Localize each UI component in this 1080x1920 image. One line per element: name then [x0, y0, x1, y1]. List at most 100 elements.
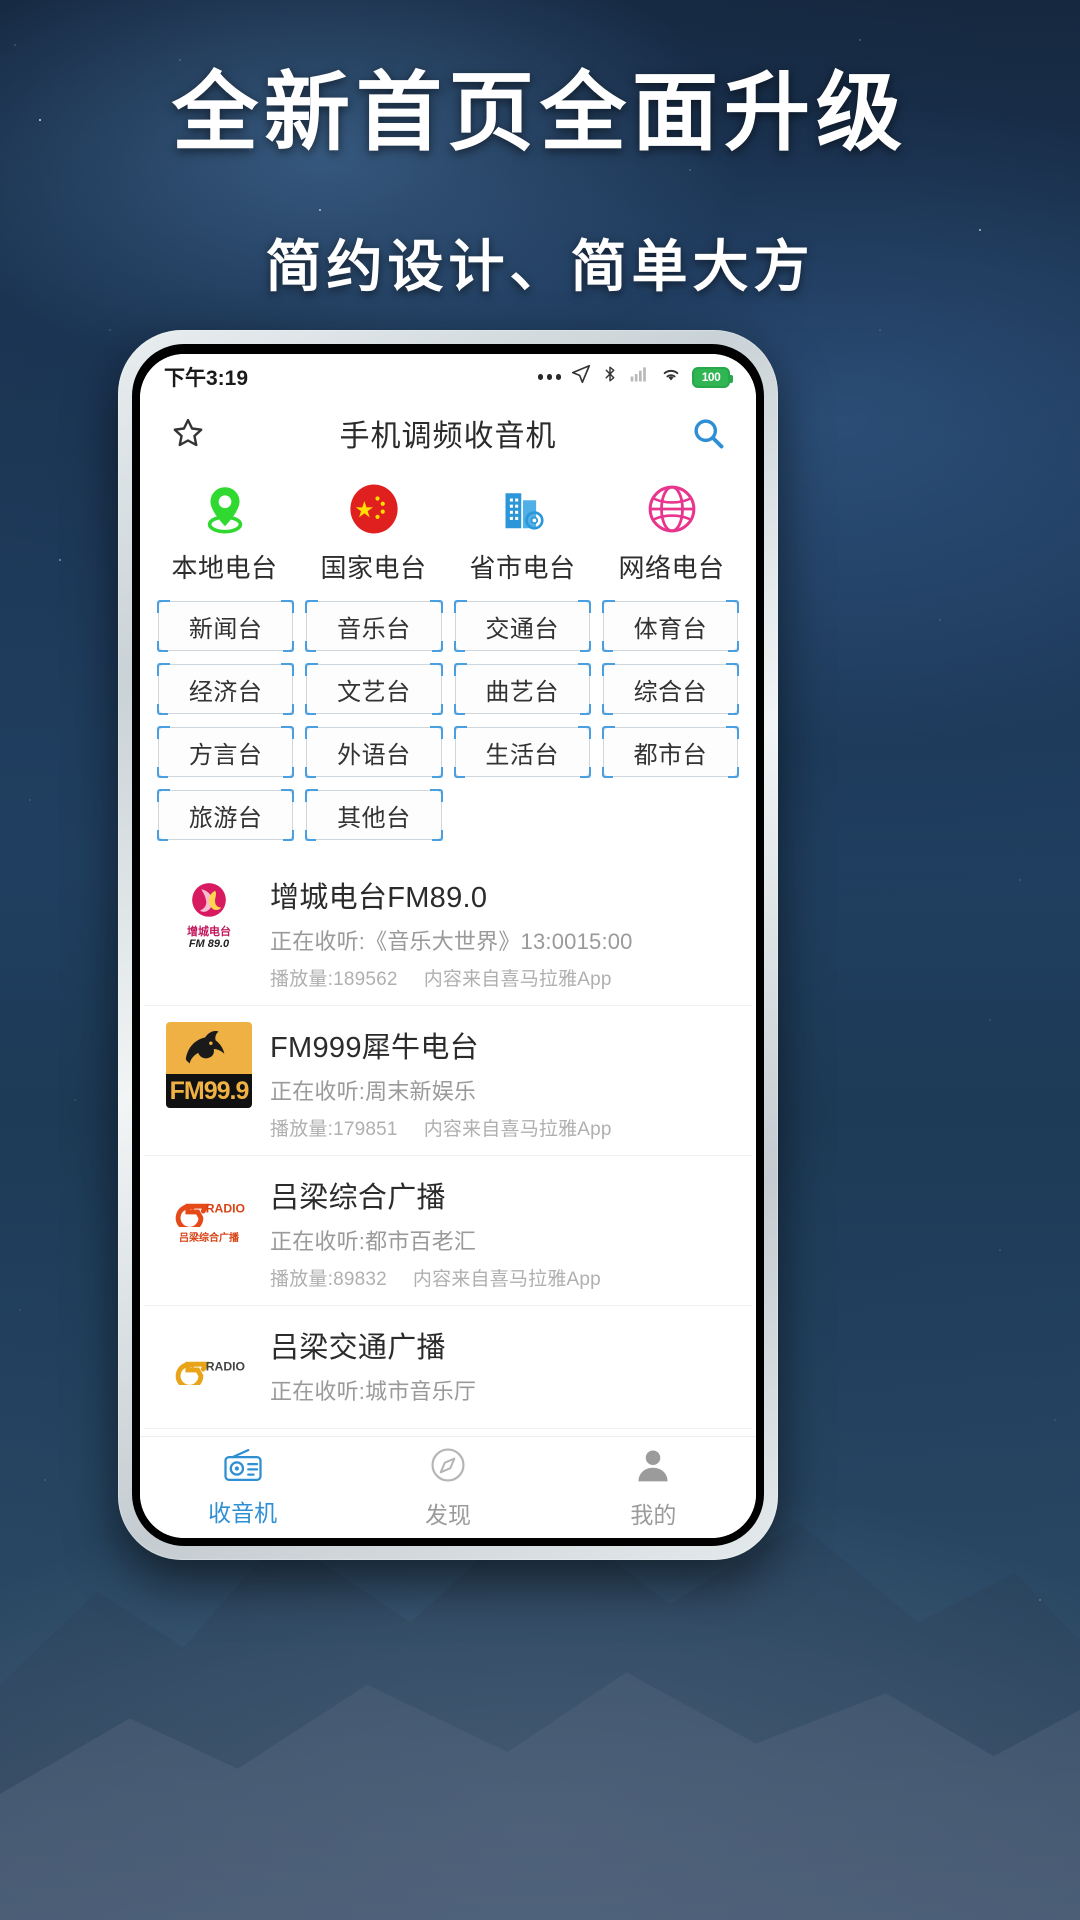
bluetooth-icon — [601, 363, 619, 391]
category-local-stations[interactable]: 本地电台 — [150, 478, 299, 585]
tag-button[interactable]: 交通台 — [453, 600, 592, 652]
tag-button[interactable]: 经济台 — [156, 663, 295, 715]
station-meta: 播放量:189562 内容来自喜马拉雅App — [270, 964, 732, 991]
station-source: 内容来自喜马拉雅App — [423, 969, 612, 990]
station-list-item[interactable]: RADIO 吕梁综合广播 吕梁综合广播 正在收听:都市百老汇 播放量:89832… — [144, 1156, 752, 1306]
tag-label: 交通台 — [485, 615, 559, 643]
nav-label: 发现 — [424, 1502, 471, 1528]
station-info: 吕梁综合广播 正在收听:都市百老汇 播放量:89832 内容来自喜马拉雅App — [270, 1172, 732, 1291]
tag-label: 都市台 — [633, 741, 708, 769]
promo-headline: 全新首页全面升级 — [172, 62, 908, 163]
category-label: 国家电台 — [320, 553, 427, 583]
signal-bars-icon — [628, 364, 650, 390]
station-name: 增城电台FM89.0 — [270, 882, 488, 914]
status-bar-time: 下午3:19 — [164, 367, 249, 390]
battery-icon: 100 — [692, 366, 733, 388]
station-name: 吕梁交通广播 — [270, 1332, 446, 1364]
station-list-item[interactable]: FM99.9 FM999犀牛电台 正在收听:周末新娱乐 播放量:179851 内… — [144, 1006, 752, 1156]
tag-button[interactable]: 文艺台 — [305, 663, 443, 715]
station-list-item[interactable]: 增城电台 FM 89.0 增城电台FM89.0 正在收听:《音乐大世界》13:0… — [144, 856, 752, 1006]
station-logo-line2: FM 89.0 — [188, 938, 230, 950]
station-meta: 播放量:89832 内容来自喜马拉雅App — [270, 1264, 732, 1291]
station-source: 内容来自喜马拉雅App — [412, 1269, 601, 1290]
tag-label: 生活台 — [485, 741, 559, 769]
location-arrow-icon — [570, 363, 592, 391]
tag-label: 音乐台 — [337, 615, 411, 643]
tag-label: 体育台 — [633, 615, 708, 643]
tag-label: 外语台 — [337, 741, 411, 769]
more-dots-icon — [537, 374, 561, 380]
category-row: 本地电台 国家电台 省市电台 网络电台 — [140, 466, 756, 595]
station-list: 增城电台 FM 89.0 增城电台FM89.0 正在收听:《音乐大世界》13:0… — [140, 856, 756, 1436]
station-info: 吕梁交通广播 正在收听:城市音乐厅 — [270, 1322, 732, 1414]
svg-text:RADIO: RADIO — [206, 1201, 245, 1215]
promo-headline-container: 全新首页全面升级 — [0, 62, 1080, 163]
star-icon[interactable] — [166, 411, 210, 455]
station-info: FM999犀牛电台 正在收听:周末新娱乐 播放量:179851 内容来自喜马拉雅… — [270, 1022, 732, 1141]
station-now-playing: 正在收听:《音乐大世界》13:0015:00 — [270, 929, 633, 954]
category-provincial-stations[interactable]: 省市电台 — [448, 478, 597, 585]
status-bar-icons: 100 — [537, 363, 733, 391]
compass-icon — [428, 1445, 468, 1490]
person-icon — [633, 1445, 673, 1490]
tag-label: 曲艺台 — [485, 678, 559, 706]
tag-label: 其他台 — [337, 804, 411, 832]
search-icon[interactable] — [686, 411, 730, 455]
station-now-playing: 正在收听:都市百老汇 — [270, 1229, 477, 1254]
tag-button[interactable]: 新闻台 — [156, 600, 295, 652]
tag-label: 文艺台 — [337, 678, 411, 706]
station-play-count: 播放量:179851 — [270, 1119, 398, 1140]
tag-button[interactable]: 旅游台 — [156, 789, 295, 841]
tag-button[interactable]: 外语台 — [305, 726, 443, 778]
category-label: 网络电台 — [618, 553, 725, 583]
wifi-icon — [659, 364, 683, 390]
tag-button[interactable]: 方言台 — [156, 726, 295, 778]
category-label: 本地电台 — [171, 553, 278, 583]
tag-button[interactable]: 生活台 — [453, 726, 592, 778]
station-name: FM999犀牛电台 — [270, 1032, 479, 1064]
tag-button[interactable]: 体育台 — [601, 600, 740, 652]
nav-label: 我的 — [630, 1502, 677, 1528]
station-name: 吕梁综合广播 — [270, 1182, 446, 1214]
category-network-stations[interactable]: 网络电台 — [597, 478, 746, 585]
location-pin-icon — [194, 478, 256, 540]
tag-button[interactable]: 其他台 — [305, 789, 443, 841]
tag-button[interactable]: 曲艺台 — [453, 663, 592, 715]
nav-item-mine[interactable]: 我的 — [551, 1445, 756, 1530]
tag-label: 经济台 — [188, 678, 263, 706]
station-now-playing: 正在收听:周末新娱乐 — [270, 1079, 477, 1104]
lvliang-radio-logo: RADIO 吕梁综合广播 — [166, 1172, 252, 1258]
promo-subhead-container: 简约设计、简单大方 — [0, 222, 1080, 303]
radio-icon — [222, 1447, 264, 1488]
svg-text:RADIO: RADIO — [206, 1360, 245, 1374]
tag-label: 方言台 — [188, 741, 263, 769]
tag-grid: 新闻台 音乐台 交通台 体育台 经济台 文艺台 曲艺台 综合台 方言台 外语台 … — [140, 595, 756, 856]
category-national-stations[interactable]: 国家电台 — [299, 478, 448, 585]
station-play-count: 播放量:89832 — [270, 1269, 387, 1290]
tag-button[interactable]: 综合台 — [601, 663, 740, 715]
phone-bezel: 下午3:19 100 手机调频收音机 本地电台 国家电台 省市电台 网络电台 新… — [132, 344, 764, 1546]
category-label: 省市电台 — [469, 553, 576, 583]
station-logo-line2: 吕梁综合广播 — [179, 1232, 239, 1244]
station-info: 增城电台FM89.0 正在收听:《音乐大世界》13:0015:00 播放量:18… — [270, 872, 732, 991]
station-now-playing: 正在收听:城市音乐厅 — [270, 1379, 477, 1404]
globe-icon — [641, 478, 703, 540]
nav-item-discover[interactable]: 发现 — [345, 1445, 550, 1530]
city-buildings-icon — [492, 478, 554, 540]
station-logo-line1: FM99.9 — [166, 1074, 252, 1108]
station-logo-line1: 增城电台 — [187, 925, 231, 938]
tag-label: 新闻台 — [188, 615, 263, 643]
tag-button[interactable]: 都市台 — [601, 726, 740, 778]
zengcheng-radio-logo: 增城电台 FM 89.0 — [166, 872, 252, 958]
china-flag-icon — [343, 478, 405, 540]
nav-item-radio[interactable]: 收音机 — [140, 1447, 345, 1528]
phone-mockup-frame: 下午3:19 100 手机调频收音机 本地电台 国家电台 省市电台 网络电台 新… — [118, 330, 778, 1560]
station-source: 内容来自喜马拉雅App — [423, 1119, 612, 1140]
promo-subhead: 简约设计、简单大方 — [265, 234, 815, 300]
app-bar: 手机调频收音机 — [140, 400, 756, 466]
tag-button[interactable]: 音乐台 — [305, 600, 443, 652]
bottom-navigation: 收音机 发现 我的 — [140, 1436, 756, 1538]
station-list-item[interactable]: RADIO 吕梁交通广播 正在收听:城市音乐厅 — [144, 1306, 752, 1429]
tag-label: 综合台 — [633, 678, 708, 706]
page-title: 手机调频收音机 — [339, 420, 557, 453]
